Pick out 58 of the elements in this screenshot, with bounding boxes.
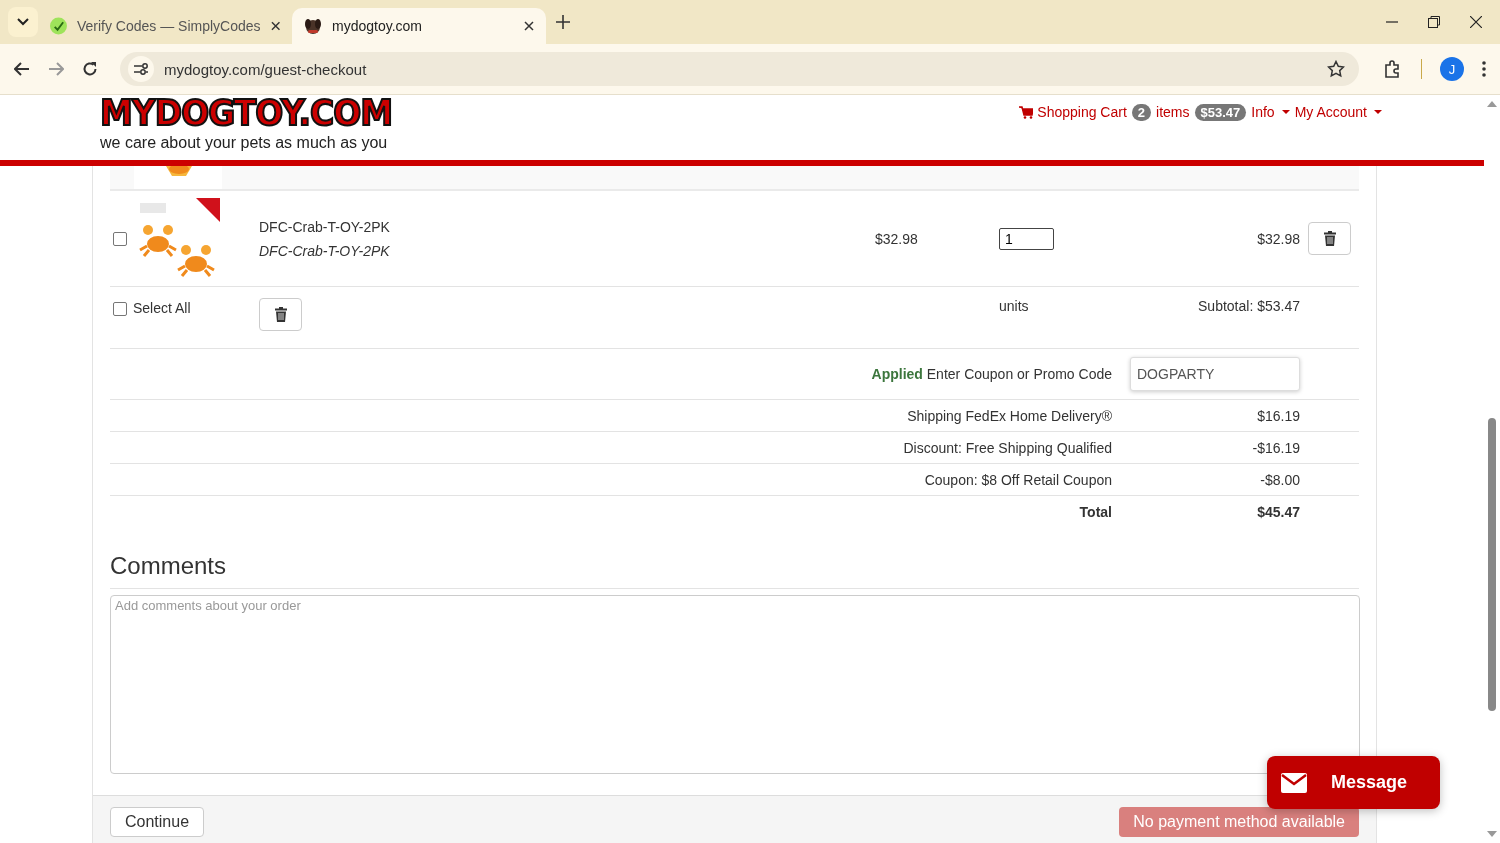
- address-bar[interactable]: mydogtoy.com/guest-checkout: [120, 52, 1359, 86]
- item-count-badge: 2: [1131, 103, 1152, 121]
- favicon-icon: [50, 17, 67, 35]
- close-icon[interactable]: [1470, 16, 1482, 28]
- summary-amount: $45.47: [1256, 504, 1300, 520]
- line-total: $32.98: [1256, 230, 1301, 247]
- tagline: we care about your pets as much as you: [100, 134, 389, 152]
- items-label: items: [1156, 104, 1190, 120]
- unit-price: $32.98: [875, 230, 919, 247]
- summary-label: Coupon: $8 Off Retail Coupon: [923, 471, 1112, 488]
- continue-button[interactable]: Continue: [110, 807, 205, 837]
- summary-amount: -$16.19: [1251, 439, 1300, 456]
- item-checkbox[interactable]: [113, 231, 127, 246]
- envelope-icon: [1281, 772, 1307, 793]
- nav-menu[interactable]: My Account: [1294, 104, 1382, 120]
- delete-button[interactable]: [1308, 222, 1351, 255]
- browser-tab[interactable]: mydogtoy.com: [292, 8, 546, 44]
- new-tab-icon[interactable]: [556, 15, 570, 29]
- tab-search-button[interactable]: [8, 7, 38, 37]
- close-icon[interactable]: [270, 21, 280, 31]
- summary-label: Total: [1078, 504, 1112, 520]
- summary-amount: -$8.00: [1259, 471, 1300, 488]
- restore-icon[interactable]: [1428, 16, 1440, 28]
- message-button[interactable]: Message: [1267, 756, 1440, 809]
- select-all-label: Select All: [133, 300, 191, 316]
- cart-icon: [1019, 105, 1034, 119]
- dog-favicon-icon: [304, 17, 322, 35]
- forward-icon[interactable]: [48, 62, 64, 76]
- product-name: DFC-Crab-T-OY-2PK: [259, 217, 391, 237]
- back-icon[interactable]: [14, 62, 30, 76]
- quantity-field[interactable]: 1: [999, 227, 1054, 250]
- subtotal: Subtotal: $53.47: [1197, 298, 1301, 314]
- trash-icon: [274, 307, 287, 322]
- trash-icon: [1323, 231, 1336, 246]
- url-text: mydogtoy.com/guest-checkout: [164, 60, 368, 78]
- select-all-checkbox[interactable]: [113, 302, 127, 316]
- browser-tab[interactable]: Verify Codes — SimplyCodes: [38, 8, 292, 44]
- summary-label: Shipping FedEx Home Delivery®: [906, 407, 1112, 424]
- coupon-field[interactable]: DOGPARTY: [1130, 357, 1300, 391]
- units-label: units: [999, 298, 1030, 314]
- summary-amount: $16.19: [1256, 407, 1300, 424]
- comments-field[interactable]: Add comments about your order: [110, 595, 1360, 774]
- delete-selected-button[interactable]: [259, 298, 302, 331]
- more-menu-icon[interactable]: [1482, 61, 1486, 77]
- reload-icon[interactable]: [82, 61, 98, 77]
- profile-avatar[interactable]: J: [1440, 57, 1464, 81]
- nav-menu[interactable]: Info: [1251, 104, 1290, 120]
- summary-label: Discount: Free Shipping Qualified: [902, 439, 1112, 456]
- site-settings-icon[interactable]: [133, 62, 149, 76]
- shopping-cart-link[interactable]: Shopping Cart: [1019, 104, 1127, 120]
- coupon-label: Applied Enter Coupon or Promo Code: [870, 366, 1112, 382]
- close-icon[interactable]: [524, 21, 534, 31]
- product-sku: DFC-Crab-T-OY-2PK: [259, 241, 391, 261]
- comments-heading: Comments: [110, 552, 1359, 589]
- chevron-down-icon: [17, 18, 29, 26]
- bookmark-star-icon[interactable]: [1327, 60, 1345, 78]
- cart-total-badge: $53.47: [1194, 103, 1247, 121]
- site-logo[interactable]: MYDOGTOY.COM: [100, 95, 393, 132]
